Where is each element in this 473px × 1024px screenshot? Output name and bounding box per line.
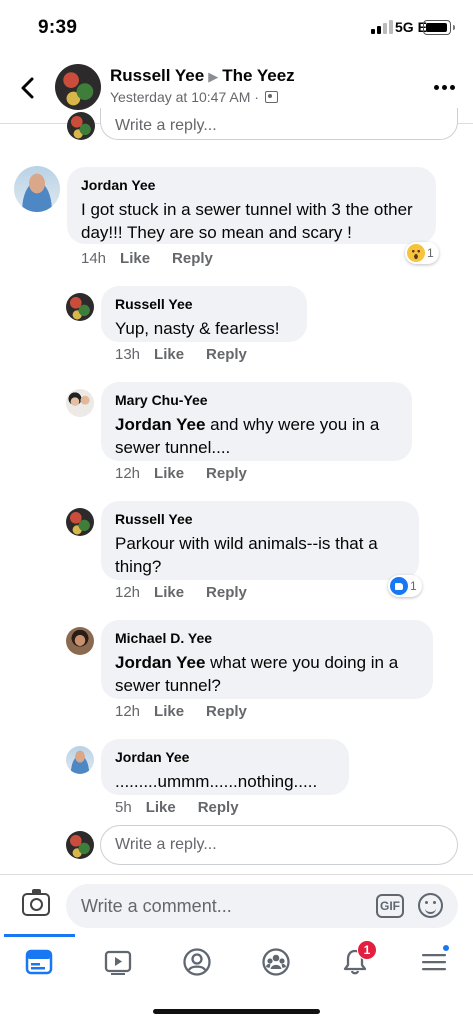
like-icon [390,577,408,595]
like-button[interactable]: Like [154,584,184,601]
comment-bubble: Michael D. Yee Jordan Yee what were you … [101,620,433,699]
notifications-icon[interactable]: 1 [337,940,377,980]
camera-icon[interactable] [22,889,50,916]
comment-bubble: Russell Yee Parkour with wild animals--i… [101,501,419,580]
reaction-count[interactable]: 1 [405,242,439,264]
comment-author[interactable]: Russell Yee [115,510,406,528]
profile-icon[interactable] [179,944,215,980]
comment-text: I got stuck in a sewer tunnel with 3 the… [81,200,413,242]
gif-icon[interactable]: GIF [376,894,404,918]
back-arrow-icon[interactable] [14,74,42,102]
more-icon[interactable] [434,85,455,90]
comment-actions: 14h Like Reply [81,250,235,267]
reply-placeholder: Write a reply... [115,117,217,134]
comment-bubble: Jordan Yee .........ummm......nothing...… [101,739,349,795]
comment-time: 13h [115,346,141,363]
comment-time: 12h [115,584,141,601]
author-name[interactable]: Russell Yee [110,66,204,85]
post-timestamp: Yesterday at 10:47 AM · [110,89,259,105]
comment-input[interactable]: Write a comment... GIF [66,884,458,928]
comment-bubble: Mary Chu-Yee Jordan Yee and why were you… [101,382,412,461]
comment-text: Parkour with wild animals--is that a thi… [115,534,378,576]
status-bar: 9:39 5G E [0,0,473,52]
reaction-count[interactable]: 1 [388,575,422,597]
reply-button[interactable]: Reply [172,250,213,267]
comment-time: 12h [115,703,141,720]
menu-update-dot [442,944,450,952]
menu-icon[interactable] [416,944,452,980]
reaction-number: 1 [427,246,434,260]
comment-author[interactable]: Mary Chu-Yee [115,391,399,409]
comment-author[interactable]: Michael D. Yee [115,629,420,647]
comment-bubble: Russell Yee Yup, nasty & fearless! [101,286,307,342]
like-button[interactable]: Like [120,250,150,267]
comment-actions: 12h Like Reply [115,584,269,601]
reply-button[interactable]: Reply [206,346,247,363]
reply-button[interactable]: Reply [206,703,247,720]
avatar[interactable] [66,508,94,536]
comment-bar: Write a comment... GIF [0,874,473,936]
comment-text: Jordan Yee what were you doing in a sewe… [115,651,420,697]
emoji-icon[interactable] [418,893,443,918]
avatar[interactable] [66,746,94,774]
reaction-number: 1 [410,579,417,593]
reply-button[interactable]: Reply [198,799,239,816]
audience-icon [264,91,278,103]
active-tab-indicator [4,934,75,937]
notification-badge: 1 [357,940,377,960]
post-timestamp-row: Yesterday at 10:47 AM · [110,89,278,105]
group-name[interactable]: The Yeez [222,66,294,85]
comment-placeholder: Write a comment... [81,895,232,916]
wow-icon [407,244,425,262]
battery-icon [423,20,455,35]
avatar [66,831,94,859]
like-button[interactable]: Like [146,799,176,816]
comment-author[interactable]: Russell Yee [115,295,294,313]
reply-placeholder: Write a reply... [115,836,217,853]
signal-icon [371,20,393,34]
comment-text: Jordan Yee and why were you in a sewer t… [115,413,399,459]
reply-button[interactable]: Reply [206,584,247,601]
groups-icon[interactable] [258,944,294,980]
comment-time: 5h [115,799,132,816]
comment-actions: 13h Like Reply [115,346,269,363]
reply-input[interactable]: Write a reply... [100,825,458,865]
like-button[interactable]: Like [154,346,184,363]
comment-time: 12h [115,465,141,482]
reply-button[interactable]: Reply [206,465,247,482]
avatar[interactable] [66,293,94,321]
comment-text: .........ummm......nothing..... [115,772,318,791]
like-button[interactable]: Like [154,465,184,482]
like-button[interactable]: Like [154,703,184,720]
comment-time: 14h [81,250,107,267]
comment-author[interactable]: Jordan Yee [115,748,336,766]
triangle-right-icon: ▶ [208,69,219,84]
status-time: 9:39 [38,17,78,38]
comment-actions: 12h Like Reply [115,703,269,720]
comment-bubble: Jordan Yee I got stuck in a sewer tunnel… [67,167,436,244]
comment-text: Yup, nasty & fearless! [115,319,280,338]
avatar[interactable] [14,166,60,212]
mention-link[interactable]: Jordan Yee [115,415,205,434]
watch-icon[interactable] [100,944,136,980]
avatar[interactable] [66,389,94,417]
avatar [67,112,95,140]
comment-actions: 5h Like Reply [115,799,261,816]
mention-link[interactable]: Jordan Yee [115,653,205,672]
avatar[interactable] [55,64,101,110]
tab-bar: 1 [0,934,473,994]
home-indicator [153,1009,320,1014]
comment-author[interactable]: Jordan Yee [81,176,423,194]
avatar[interactable] [66,627,94,655]
reply-input[interactable]: Write a reply... [100,108,458,140]
comment-actions: 12h Like Reply [115,465,269,482]
post-title[interactable]: Russell Yee ▶ The Yeez [110,66,295,86]
news-feed-icon[interactable] [21,944,57,980]
